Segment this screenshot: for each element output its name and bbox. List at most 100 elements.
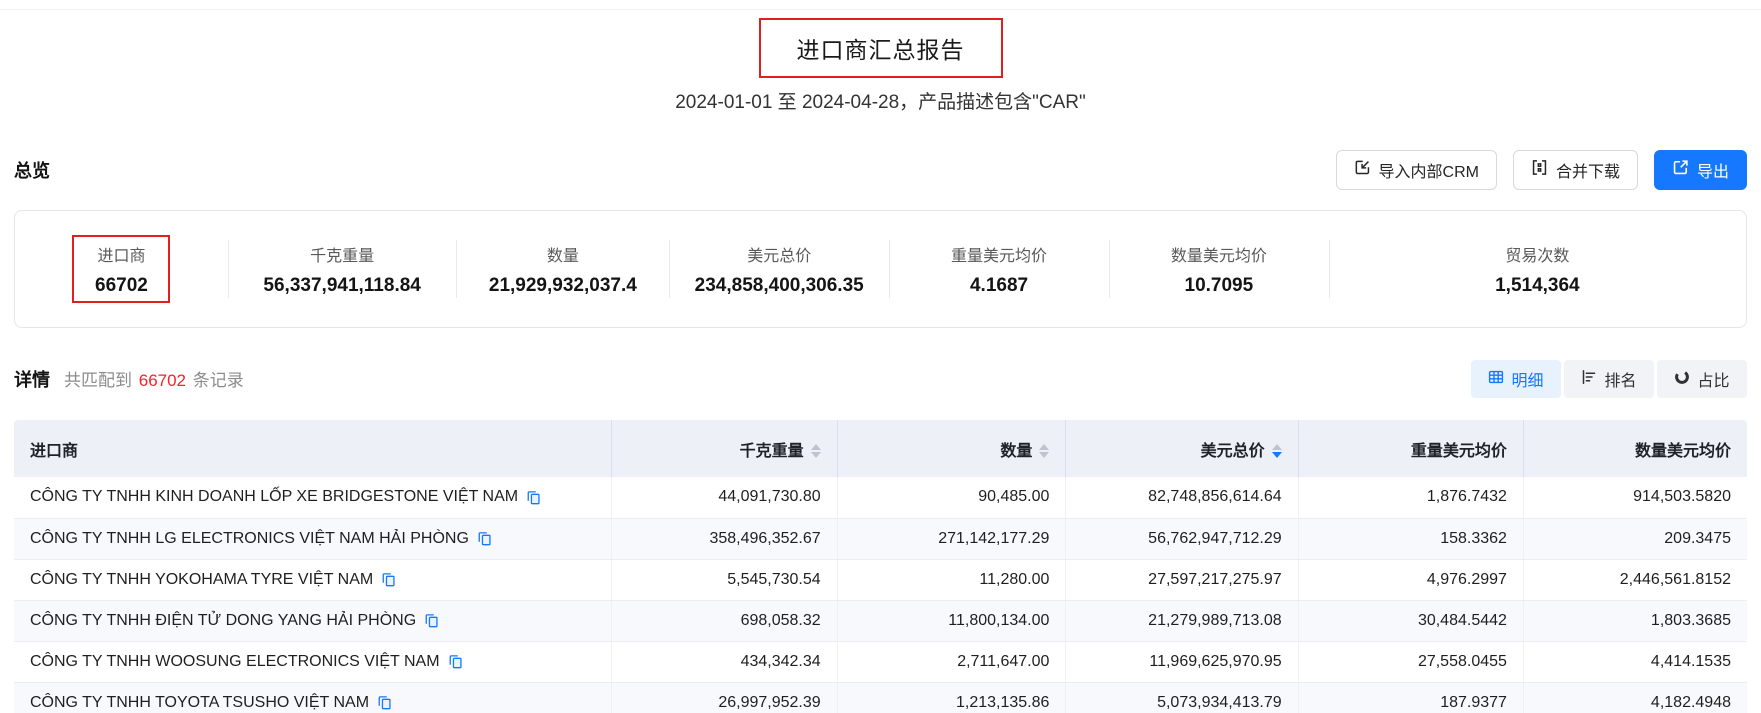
stat-usd-total: 美元总价 234,858,400,306.35 — [669, 211, 889, 327]
export-label: 导出 — [1697, 158, 1729, 182]
table-header-row: 进口商 千克重量 数量 美元总价 重量美元均价 数量美元均价 — [14, 420, 1747, 477]
cell-usd-per-kg: 1,876.7432 — [1298, 477, 1523, 518]
stat-usd-per-qty: 数量美元均价 10.7095 — [1109, 211, 1329, 327]
cell-quantity: 2,711,647.00 — [837, 641, 1066, 682]
import-crm-label: 导入内部CRM — [1379, 158, 1479, 182]
cell-quantity: 271,142,177.29 — [837, 518, 1066, 559]
copy-icon[interactable] — [381, 572, 396, 587]
header-usd-per-kg: 重量美元均价 — [1298, 420, 1523, 477]
cell-usd-per-qty: 209.3475 — [1523, 518, 1747, 559]
report-subtitle: 2024-01-01 至 2024-04-28，产品描述包含"CAR" — [0, 87, 1761, 114]
cell-usd-total: 11,969,625,970.95 — [1066, 641, 1298, 682]
stat-label: 进口商 — [97, 242, 145, 266]
overview-title: 总览 — [14, 157, 50, 183]
stat-label: 贸易次数 — [1505, 242, 1569, 266]
tab-label: 排名 — [1604, 367, 1636, 391]
cell-quantity: 90,485.00 — [837, 477, 1066, 518]
page-title: 进口商汇总报告 — [797, 37, 965, 63]
stat-value: 1,514,364 — [1495, 275, 1580, 297]
importer-name: CÔNG TY TNHH LG ELECTRONICS VIỆT NAM HẢI… — [30, 530, 469, 548]
cell-kg-weight: 698,058.32 — [612, 600, 837, 641]
table-row[interactable]: CÔNG TY TNHH WOOSUNG ELECTRONICS VIỆT NA… — [14, 641, 1747, 682]
stat-value: 234,858,400,306.35 — [695, 275, 864, 297]
match-prefix: 共匹配到 — [64, 371, 132, 390]
cell-usd-total: 5,073,934,413.79 — [1066, 682, 1298, 713]
cell-kg-weight: 26,997,952.39 — [612, 682, 837, 713]
importer-table: 进口商 千克重量 数量 美元总价 重量美元均价 数量美元均价 CÔNG TY T… — [14, 420, 1747, 713]
stat-label: 重量美元均价 — [951, 242, 1047, 266]
cell-kg-weight: 358,496,352.67 — [612, 518, 837, 559]
sort-icon[interactable] — [1039, 444, 1049, 458]
cell-usd-total: 21,279,989,713.08 — [1066, 600, 1298, 641]
header-label: 千克重量 — [740, 443, 804, 460]
tab-proportion[interactable]: 占比 — [1657, 360, 1747, 398]
cell-usd-per-kg: 30,484.5442 — [1298, 600, 1523, 641]
sort-icon-active-desc[interactable] — [1272, 444, 1282, 458]
header-quantity[interactable]: 数量 — [837, 420, 1066, 477]
ranking-icon — [1581, 369, 1597, 390]
table-row[interactable]: CÔNG TY TNHH KINH DOANH LỐP XE BRIDGESTO… — [14, 477, 1747, 518]
cell-usd-total: 27,597,217,275.97 — [1066, 559, 1298, 600]
import-icon — [1354, 159, 1371, 181]
cell-quantity: 11,280.00 — [837, 559, 1066, 600]
cell-kg-weight: 434,342.34 — [612, 641, 837, 682]
stat-label: 美元总价 — [747, 242, 811, 266]
donut-icon — [1674, 369, 1690, 390]
cell-usd-per-kg: 27,558.0455 — [1298, 641, 1523, 682]
detail-heading: 详情 共匹配到 66702 条记录 — [14, 366, 244, 392]
merge-icon — [1531, 159, 1548, 181]
report-header: 进口商汇总报告 2024-01-01 至 2024-04-28，产品描述包含"C… — [0, 18, 1761, 114]
tab-ranking[interactable]: 排名 — [1564, 360, 1654, 398]
stat-value: 56,337,941,118.84 — [263, 275, 420, 297]
header-kg-weight[interactable]: 千克重量 — [612, 420, 837, 477]
cell-quantity: 1,213,135.86 — [837, 682, 1066, 713]
cell-kg-weight: 5,545,730.54 — [612, 559, 837, 600]
stat-label: 数量美元均价 — [1171, 242, 1267, 266]
cell-usd-per-qty: 1,803.3685 — [1523, 600, 1747, 641]
match-count: 66702 — [139, 371, 186, 390]
header-usd-per-qty: 数量美元均价 — [1523, 420, 1747, 477]
table-row[interactable]: CÔNG TY TNHH YOKOHAMA TYRE VIỆT NAM 5,54… — [14, 559, 1747, 600]
stat-usd-per-kg: 重量美元均价 4.1687 — [889, 211, 1109, 327]
cell-usd-total: 56,762,947,712.29 — [1066, 518, 1298, 559]
tab-detail[interactable]: 明细 — [1471, 360, 1561, 398]
match-suffix: 条记录 — [193, 371, 244, 390]
copy-icon[interactable] — [377, 695, 392, 710]
copy-icon[interactable] — [526, 490, 541, 505]
copy-icon[interactable] — [448, 654, 463, 669]
merge-download-label: 合并下载 — [1556, 158, 1620, 182]
overview-actions: 导入内部CRM 合并下载 导出 — [1336, 150, 1747, 190]
copy-icon[interactable] — [424, 613, 439, 628]
tab-label: 占比 — [1697, 367, 1729, 391]
merge-download-button[interactable]: 合并下载 — [1513, 150, 1638, 190]
sort-icon[interactable] — [811, 444, 821, 458]
cell-usd-per-kg: 187.9377 — [1298, 682, 1523, 713]
title-annotation-box: 进口商汇总报告 — [759, 18, 1003, 78]
stat-value: 4.1687 — [970, 275, 1028, 297]
cell-usd-per-qty: 4,182.4948 — [1523, 682, 1747, 713]
copy-icon[interactable] — [477, 531, 492, 546]
detail-section-row: 详情 共匹配到 66702 条记录 明细 — [14, 360, 1747, 398]
cell-usd-per-kg: 4,976.2997 — [1298, 559, 1523, 600]
table-row[interactable]: CÔNG TY TNHH TOYOTA TSUSHO VIỆT NAM 26,9… — [14, 682, 1747, 713]
stat-value: 66702 — [95, 275, 148, 297]
importer-name: CÔNG TY TNHH YOKOHAMA TYRE VIỆT NAM — [30, 571, 373, 589]
overview-section-row: 总览 导入内部CRM 合并下载 — [14, 150, 1747, 190]
top-divider — [0, 9, 1761, 10]
stat-trade-count: 贸易次数 1,514,364 — [1329, 211, 1746, 327]
stat-importers: 进口商 66702 — [15, 211, 228, 327]
table-row[interactable]: CÔNG TY TNHH LG ELECTRONICS VIỆT NAM HẢI… — [14, 518, 1747, 559]
export-button[interactable]: 导出 — [1654, 150, 1747, 190]
import-crm-button[interactable]: 导入内部CRM — [1336, 150, 1497, 190]
detail-title: 详情 — [14, 366, 50, 392]
importer-name: CÔNG TY TNHH TOYOTA TSUSHO VIỆT NAM — [30, 694, 369, 712]
stat-label: 数量 — [547, 242, 579, 266]
importer-name: CÔNG TY TNHH WOOSUNG ELECTRONICS VIỆT NA… — [30, 653, 440, 671]
cell-usd-total: 82,748,856,614.64 — [1066, 477, 1298, 518]
cell-usd-per-qty: 4,414.1535 — [1523, 641, 1747, 682]
header-importer: 进口商 — [14, 420, 612, 477]
table-row[interactable]: CÔNG TY TNHH ĐIỆN TỬ DONG YANG HẢI PHÒNG… — [14, 600, 1747, 641]
header-usd-total[interactable]: 美元总价 — [1066, 420, 1298, 477]
header-label: 美元总价 — [1201, 443, 1265, 460]
stat-kg-weight: 千克重量 56,337,941,118.84 — [228, 211, 456, 327]
